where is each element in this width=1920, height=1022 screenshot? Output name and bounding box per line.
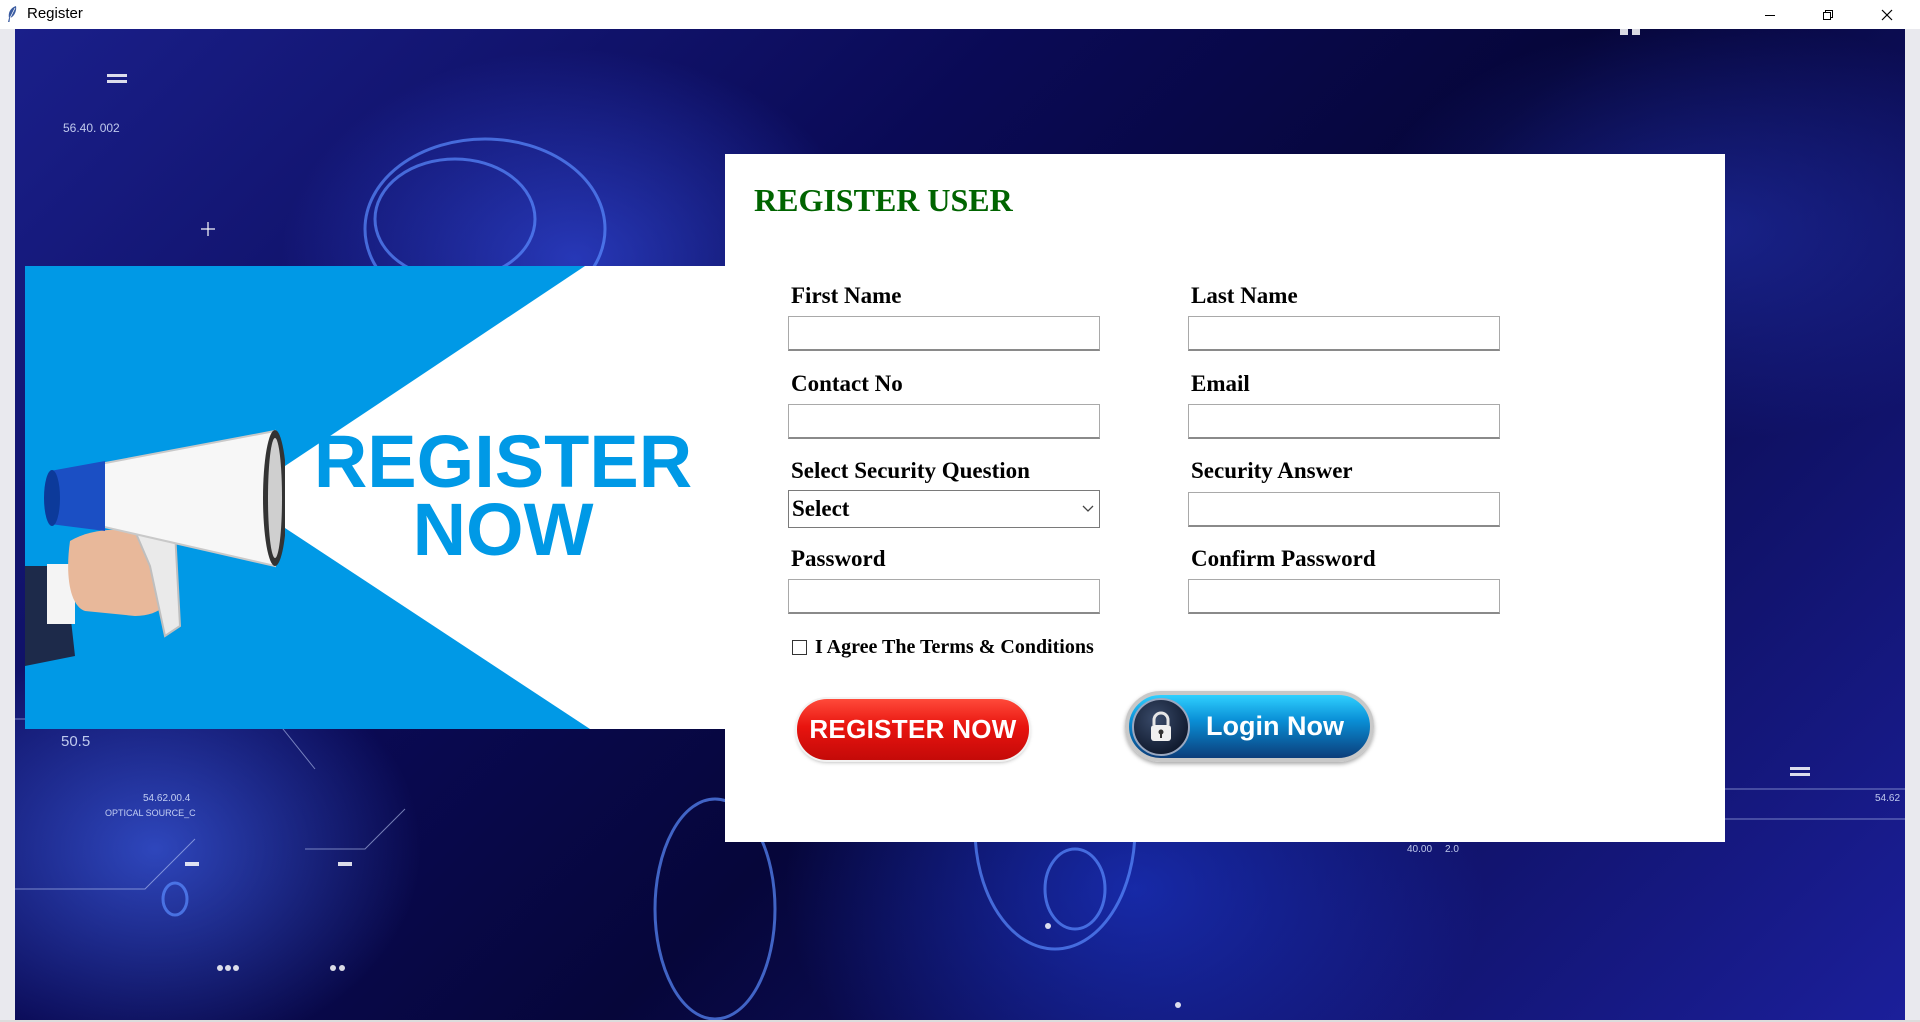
banner-headline: REGISTER NOW [303,420,703,571]
security-answer-field[interactable] [1188,492,1500,527]
security-question-label: Select Security Question [791,458,1030,483]
background-readout: OPTICAL SOURCE_C [105,808,196,818]
register-form-card: REGISTER USER First Name Last Name Conta… [725,154,1725,842]
register-now-label: REGISTER NOW [809,714,1017,744]
background-readout: 54.62.00.4 [143,793,191,804]
security-question-value: Select [792,496,850,521]
close-button[interactable] [1858,0,1916,29]
email-field[interactable] [1188,404,1500,439]
background-readout: 40.00 [1407,844,1433,855]
close-icon [1881,9,1893,20]
last-name-field[interactable] [1188,316,1500,351]
window-right-border [1905,29,1920,1022]
first-name-label: First Name [791,283,902,308]
background-readout: 2.0 [1445,844,1459,855]
lock-icon [1151,711,1171,741]
banner-line-1: REGISTER [313,420,693,503]
minimize-icon [1765,14,1775,16]
security-answer-label: Security Answer [1191,458,1353,483]
confirm-password-field[interactable] [1188,579,1500,614]
password-field[interactable] [788,579,1100,614]
window-left-border [0,29,15,1022]
feather-icon [8,6,17,22]
password-label: Password [791,546,886,571]
contact-no-label: Contact No [791,371,903,396]
terms-label: I Agree The Terms & Conditions [815,636,1094,658]
title-bar: Register [0,0,1920,29]
security-question-select[interactable]: Select [788,490,1100,528]
banner-line-2: NOW [412,488,594,571]
background-readout: 50.5 [61,733,91,750]
restore-icon [1823,9,1833,20]
last-name-label: Last Name [1191,283,1298,308]
register-now-button[interactable]: REGISTER NOW [797,699,1029,760]
login-now-label: Login Now [1206,711,1344,741]
restore-button[interactable] [1799,0,1857,29]
minimize-button[interactable] [1741,0,1799,29]
first-name-field[interactable] [788,316,1100,351]
megaphone-icon [25,429,285,666]
background-readout: 56.40. 002 [63,121,120,135]
window-title: Register [27,5,83,22]
chevron-down-icon [1082,505,1094,512]
confirm-password-label: Confirm Password [1191,546,1376,571]
email-label: Email [1191,371,1250,396]
form-title: REGISTER USER [754,182,1013,218]
lock-icon-badge [1132,697,1190,756]
terms-checkbox[interactable] [792,640,807,655]
background-readout: 54.62 [1875,793,1901,804]
login-now-button[interactable]: Login Now [1125,691,1374,762]
terms-row: I Agree The Terms & Conditions [792,636,1094,659]
register-now-banner: REGISTER NOW [25,266,726,729]
contact-no-field[interactable] [788,404,1100,439]
